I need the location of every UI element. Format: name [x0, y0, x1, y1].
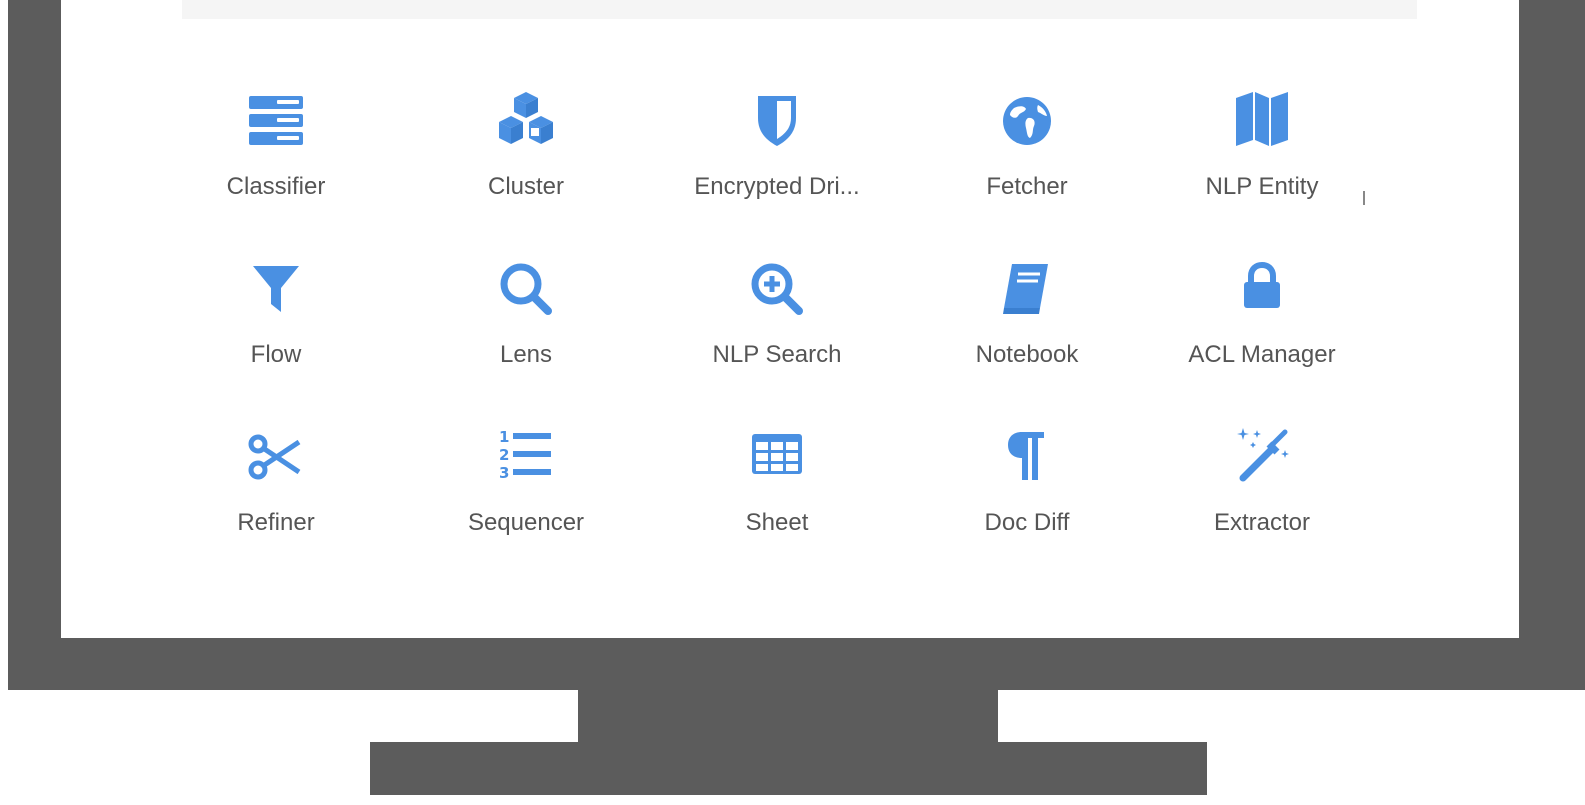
app-tile-sequencer[interactable]: 1 2 3 Sequencer — [411, 424, 641, 564]
app-tile-classifier[interactable]: Classifier — [161, 88, 391, 228]
globe-icon — [994, 88, 1060, 154]
monitor-stand-neck — [578, 690, 998, 743]
app-tile-refiner[interactable]: Refiner — [161, 424, 391, 564]
app-label: Encrypted Dri... — [694, 173, 860, 200]
app-tile-acl-manager[interactable]: ACL Manager — [1147, 256, 1377, 396]
app-label: Cluster — [487, 173, 565, 200]
cubes-icon — [493, 88, 559, 154]
app-tile-nlp-entity[interactable]: NLP Entity — [1147, 88, 1377, 228]
app-label: Lens — [499, 341, 553, 368]
app-label: Refiner — [237, 509, 315, 536]
search-icon — [493, 256, 559, 322]
app-tile-extractor[interactable]: Extractor — [1147, 424, 1377, 564]
app-label: NLP Entity — [1205, 173, 1319, 200]
app-label: Sheet — [745, 509, 809, 536]
map-icon — [1229, 88, 1295, 154]
text-cursor — [1363, 191, 1365, 205]
lock-icon — [1229, 256, 1295, 322]
app-label: Classifier — [226, 173, 326, 200]
scissors-icon — [243, 424, 309, 490]
book-icon — [994, 256, 1060, 322]
app-label: NLP Search — [712, 341, 842, 368]
zoom-in-icon — [744, 256, 810, 322]
app-label: Sequencer — [467, 509, 585, 536]
filter-icon — [243, 256, 309, 322]
ordered-list-icon: 1 2 3 — [493, 424, 559, 490]
app-label: Notebook — [975, 341, 1079, 368]
app-tile-encrypted-drive[interactable]: Encrypted Dri... — [662, 88, 892, 228]
monitor-stand-base — [370, 742, 1207, 795]
app-tile-sheet[interactable]: Sheet — [662, 424, 892, 564]
app-tile-fetcher[interactable]: Fetcher — [912, 88, 1142, 228]
svg-text:1: 1 — [499, 428, 509, 446]
server-stack-icon — [243, 88, 309, 154]
app-tile-doc-diff[interactable]: Doc Diff — [912, 424, 1142, 564]
search-bar[interactable] — [182, 0, 1417, 19]
table-icon — [744, 424, 810, 490]
app-label: ACL Manager — [1188, 341, 1336, 368]
app-tile-nlp-search[interactable]: NLP Search — [662, 256, 892, 396]
svg-text:2: 2 — [499, 446, 509, 464]
app-label: Fetcher — [986, 173, 1068, 200]
app-tile-cluster[interactable]: Cluster — [411, 88, 641, 228]
app-tile-flow[interactable]: Flow — [161, 256, 391, 396]
app-tile-notebook[interactable]: Notebook — [912, 256, 1142, 396]
magic-wand-icon — [1229, 424, 1295, 490]
app-label: Flow — [250, 341, 302, 368]
svg-text:3: 3 — [499, 464, 509, 482]
app-label: Extractor — [1213, 509, 1311, 536]
paragraph-icon — [994, 424, 1060, 490]
app-tile-lens[interactable]: Lens — [411, 256, 641, 396]
shield-icon — [744, 88, 810, 154]
app-label: Doc Diff — [984, 509, 1070, 536]
